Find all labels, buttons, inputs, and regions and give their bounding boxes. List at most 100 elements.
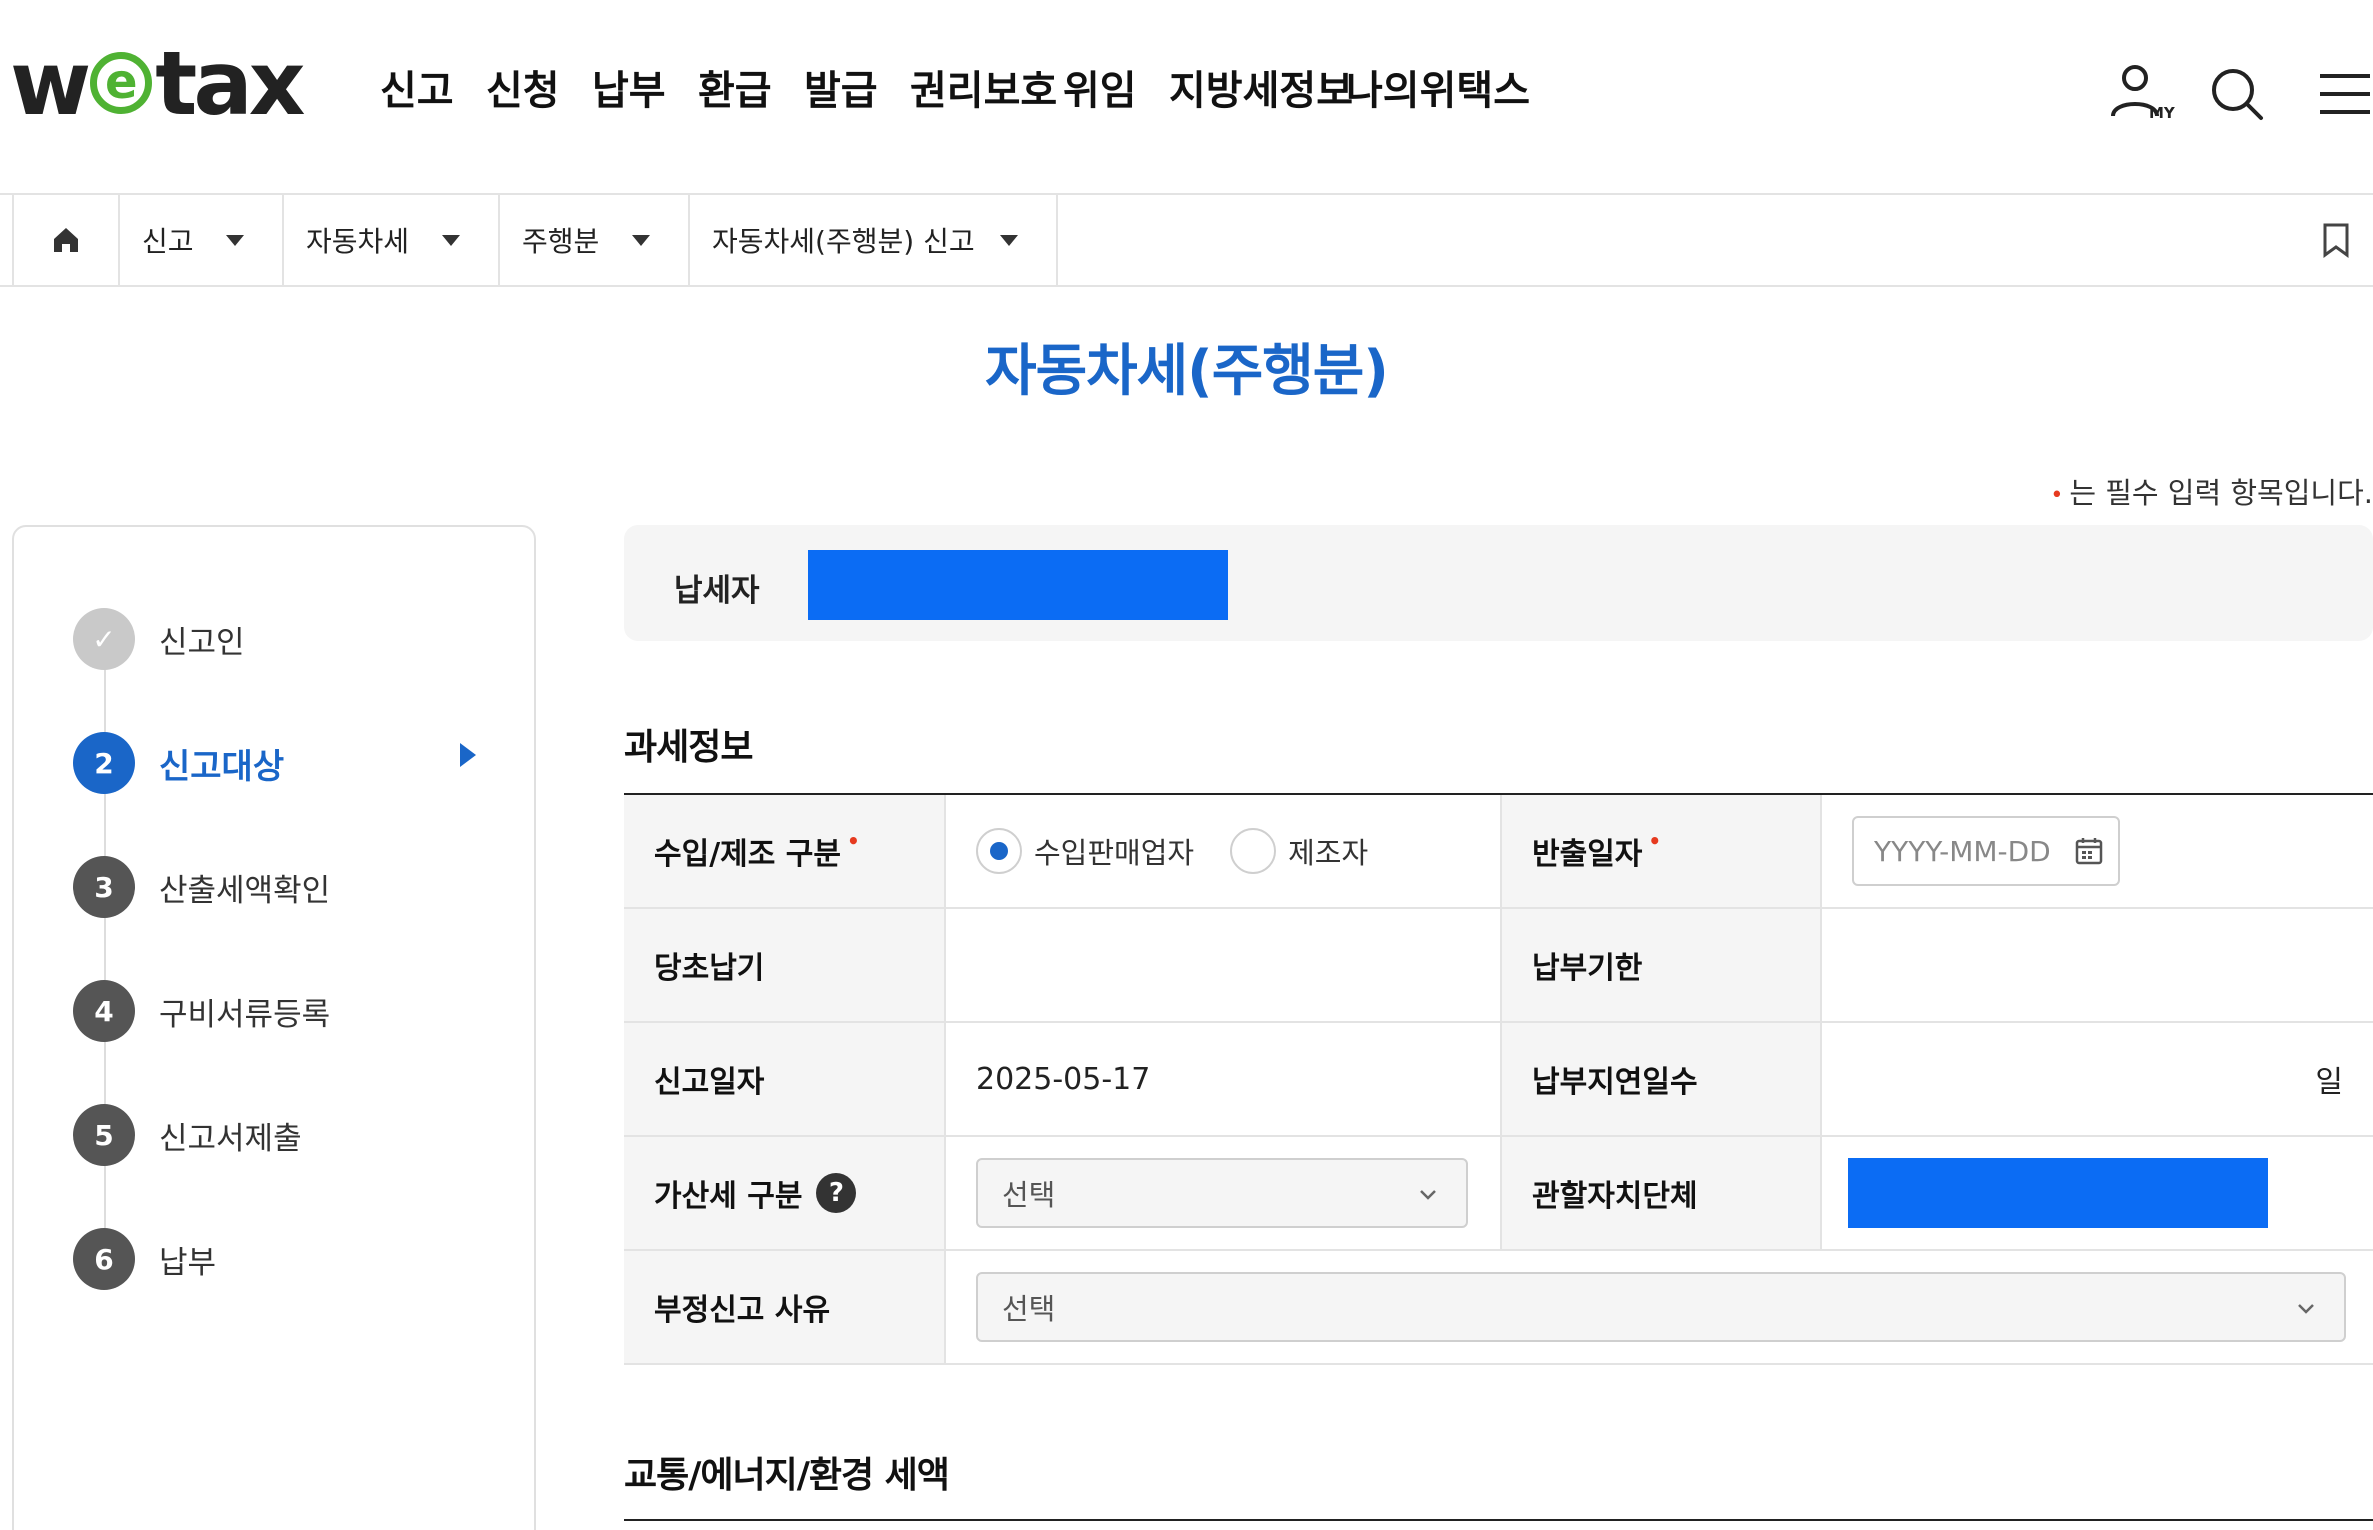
search-icon[interactable] [2205,60,2275,130]
nav-delegate[interactable]: 위임 [1063,58,1137,116]
delay-days-label: 납부지연일수 [1532,1065,1698,1100]
payment-deadline-value [1820,909,2373,1021]
radio-checked-icon [976,828,1022,874]
jurisdiction-redacted [1848,1158,2268,1228]
my-page-icon[interactable]: MY [2105,60,2175,130]
table-row: 가산세 구분 ? 선택 관할자치단체 [624,1137,2373,1251]
calendar-icon[interactable] [2074,836,2104,866]
release-date-placeholder: YYYY-MM-DD [1874,834,2051,868]
delay-days-cell: 일 [1820,1023,2373,1135]
page-title: 자동차세(주행분) [985,339,1389,404]
required-mark: • [2050,482,2064,508]
delay-days-header: 납부지연일수 [1500,1023,1820,1135]
check-icon: ✓ [73,608,135,670]
chevron-down-icon [1000,235,1018,246]
tax-info-table: 수입/제조 구분• 수입판매업자 제조자 반출일자• YYYY-MM-DD [624,793,2373,1365]
step-number: 5 [73,1104,135,1166]
table-row: 신고일자 2025-05-17 납부지연일수 일 [624,1023,2373,1137]
chevron-down-icon [2298,1304,2314,1314]
report-date-header: 신고일자 [624,1023,944,1135]
breadcrumb-item-car-tax[interactable]: 자동차세 [282,195,498,285]
import-type-label: 수입/제조 구분 [654,837,842,872]
step-6[interactable]: 6 납부 [73,1227,216,1291]
fraud-reason-header: 부정신고 사유 [624,1251,944,1363]
radio-manufacturer[interactable]: 제조자 [1230,828,1368,874]
logo-text-e: e [90,52,153,114]
step-number: 2 [73,732,135,794]
breadcrumb-label: 자동차세(주행분) 신고 [712,225,975,258]
select-value: 선택 [1002,1292,1056,1326]
step-label: 신고대상 [159,746,285,787]
step-1[interactable]: ✓ 신고인 [73,607,245,671]
table-row: 부정신고 사유 선택 [624,1251,2373,1365]
breadcrumb-label: 자동차세 [306,225,410,258]
step-label: 산출세액확인 [159,872,331,909]
nav-refund[interactable]: 환급 [698,58,772,116]
jurisdiction-header: 관할자치단체 [1500,1137,1820,1249]
home-icon[interactable] [12,195,118,285]
nav-apply[interactable]: 신청 [486,58,560,116]
step-number: 4 [73,980,135,1042]
help-icon[interactable]: ? [816,1173,857,1213]
required-mark: • [1648,829,1662,853]
release-date-cell: YYYY-MM-DD [1820,795,2373,907]
nav-issue[interactable]: 발급 [804,58,878,116]
fraud-reason-cell: 선택 [944,1251,2373,1363]
step-number: 6 [73,1228,135,1290]
release-date-header: 반출일자 • [1500,795,1820,907]
section-title-tax-amount: 교통/에너지/환경 세액 [624,1455,950,1496]
select-value: 선택 [1002,1178,1056,1212]
breadcrumb-item-report[interactable]: 신고 [118,195,282,285]
breadcrumb-item-current[interactable]: 자동차세(주행분) 신고 [688,195,1058,285]
step-5[interactable]: 5 신고서제출 [73,1103,302,1167]
radio-unchecked-icon [1230,828,1277,874]
step-3[interactable]: 3 산출세액확인 [73,855,330,919]
menu-icon[interactable] [2310,60,2373,130]
delay-days-unit: 일 [2315,1065,2343,1100]
taxpayer-name-redacted [808,550,1228,620]
section-title-tax-info: 과세정보 [624,727,753,768]
step-label: 구비서류등록 [159,996,331,1033]
breadcrumb-item-driving[interactable]: 주행분 [498,195,688,285]
import-type-header: 수입/제조 구분 • [624,795,944,907]
step-4[interactable]: 4 구비서류등록 [73,979,330,1043]
radio-importer[interactable]: 수입판매업자 [976,828,1194,874]
site-header: w e tax 신고 신청 납부 환급 발급 권리보호 위임 지방세정보 나의위택스… [0,0,2373,195]
penalty-type-label: 가산세 구분 [654,1179,803,1214]
step-number: 3 [73,856,135,918]
my-label: MY [2149,104,2175,122]
taxpayer-box: 납세자 [624,525,2373,641]
taxpayer-label: 납세자 [674,573,760,609]
step-label: 납부 [159,1244,217,1281]
fraud-reason-label: 부정신고 사유 [654,1293,831,1328]
original-due-header: 당초납기 [624,909,944,1021]
wetax-logo[interactable]: w e tax [10,32,306,135]
logo-text-tax: tax [155,31,305,135]
breadcrumb-label: 신고 [142,225,194,258]
chevron-down-icon [1420,1190,1436,1200]
step-2[interactable]: 2 신고대상 [73,731,284,795]
nav-report[interactable]: 신고 [380,58,454,116]
penalty-type-select[interactable]: 선택 [976,1158,1468,1228]
original-due-label: 당초납기 [654,951,765,986]
release-date-input[interactable]: YYYY-MM-DD [1852,816,2120,886]
nav-my-wetax[interactable]: 나의위택스 [1346,58,1530,116]
penalty-type-header: 가산세 구분 ? [624,1137,944,1249]
report-date-value: 2025-05-17 [944,1023,1500,1135]
current-step-arrow-icon [460,743,476,767]
breadcrumb-label: 주행분 [522,225,600,258]
breadcrumb: 신고 자동차세 주행분 자동차세(주행분) 신고 [0,195,2373,287]
original-due-value [944,909,1500,1021]
nav-rights[interactable]: 권리보호 [910,58,1057,116]
jurisdiction-cell [1820,1137,2373,1249]
table-row: 수입/제조 구분 • 수입판매업자 제조자 반출일자 • YYYY-MM-DD [624,795,2373,909]
import-type-radio-group: 수입판매업자 제조자 [944,795,1500,907]
step-label: 신고서제출 [159,1120,302,1157]
payment-deadline-label: 납부기한 [1532,951,1643,986]
nav-payment[interactable]: 납부 [592,58,666,116]
nav-local-tax-info[interactable]: 지방세정보 [1169,58,1353,116]
chevron-down-icon [632,235,650,246]
report-date-label: 신고일자 [654,1065,765,1100]
bookmark-icon[interactable] [2321,222,2351,258]
fraud-reason-select[interactable]: 선택 [976,1272,2346,1342]
